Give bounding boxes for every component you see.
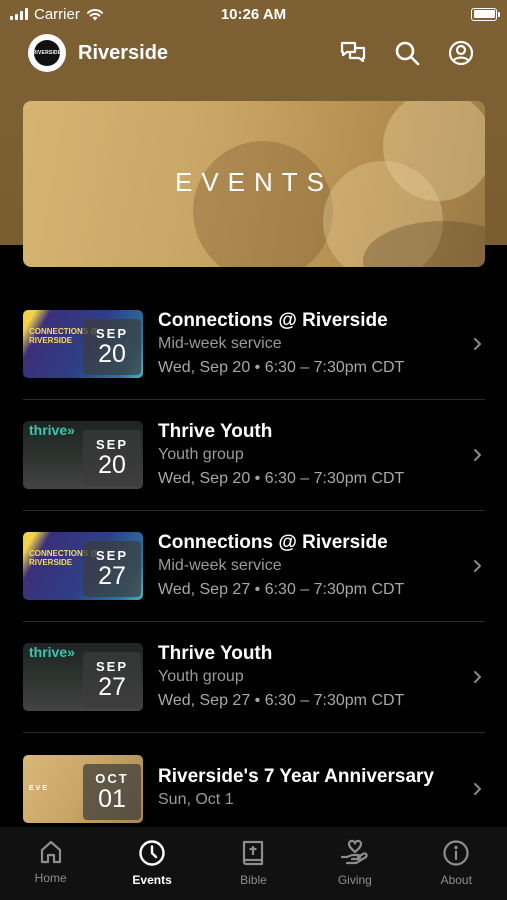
- event-info: Thrive Youth Youth group Wed, Sep 20 • 6…: [158, 420, 469, 491]
- date-badge: OCT 01: [83, 763, 141, 820]
- status-bar: Carrier 10:26 AM: [0, 0, 507, 28]
- event-time: Wed, Sep 27 • 6:30 – 7:30pm CDT: [158, 581, 405, 599]
- carrier-label: Carrier: [34, 5, 80, 23]
- event-title: Thrive Youth: [158, 642, 273, 664]
- app-bar: RIVERSIDE Riverside: [28, 33, 477, 73]
- giving-icon: [340, 839, 368, 865]
- date-day: 20: [98, 451, 126, 480]
- tab-label: Home: [34, 871, 67, 885]
- date-day: 27: [98, 673, 126, 702]
- event-row[interactable]: thrive» SEP 27 Thrive Youth Youth group …: [23, 622, 485, 733]
- tab-events[interactable]: Events: [112, 839, 192, 887]
- event-thumbnail: thrive» SEP 20: [23, 421, 143, 489]
- event-thumbnail: CONNECTIONS @ RIVERSIDE SEP 20: [23, 310, 143, 378]
- info-icon: [443, 840, 469, 866]
- event-info: Thrive Youth Youth group Wed, Sep 27 • 6…: [158, 642, 469, 713]
- profile-button[interactable]: [445, 37, 477, 69]
- tab-label: About: [440, 873, 472, 887]
- date-month: SEP: [95, 548, 128, 564]
- events-screen: Carrier 10:26 AM RIVERSIDE Riverside EVE…: [0, 0, 507, 900]
- event-list: CONNECTIONS @ RIVERSIDE SEP 20 Connectio…: [23, 289, 485, 844]
- event-info: Connections @ Riverside Mid-week service…: [158, 309, 469, 380]
- battery-icon: [471, 7, 500, 21]
- tab-home[interactable]: Home: [11, 839, 91, 885]
- event-title: Riverside's 7 Year Anniversary: [158, 765, 434, 787]
- date-month: SEP: [95, 437, 128, 453]
- account-icon: [448, 40, 474, 66]
- date-badge: SEP 27: [83, 541, 141, 597]
- date-day: 01: [98, 784, 126, 813]
- event-row[interactable]: CONNECTIONS @ RIVERSIDE SEP 27 Connectio…: [23, 511, 485, 622]
- date-day: 20: [98, 340, 126, 369]
- home-icon: [40, 840, 61, 864]
- tab-bible[interactable]: Bible: [213, 839, 293, 887]
- app-actions: [337, 37, 477, 69]
- event-subtitle: Youth group: [158, 668, 244, 686]
- messages-button[interactable]: [337, 37, 369, 69]
- chevron-right-icon: [469, 559, 485, 573]
- date-badge: SEP 20: [83, 319, 141, 375]
- event-info: Connections @ Riverside Mid-week service…: [158, 531, 469, 602]
- event-subtitle: Mid-week service: [158, 557, 282, 575]
- date-day: 27: [98, 562, 126, 591]
- chevron-right-icon: [469, 337, 485, 351]
- date-month: SEP: [95, 326, 128, 342]
- date-badge: SEP 20: [83, 430, 141, 486]
- event-subtitle: Sun, Oct 1: [158, 791, 234, 809]
- date-month: OCT: [95, 770, 129, 786]
- tab-giving[interactable]: Giving: [315, 839, 395, 887]
- event-time: Wed, Sep 20 • 6:30 – 7:30pm CDT: [158, 359, 405, 377]
- chat-icon: [340, 41, 366, 63]
- event-thumbnail: EVE OCT 01: [23, 754, 143, 823]
- thumbnail-label: thrive»: [29, 422, 75, 438]
- church-logo: RIVERSIDE: [28, 34, 66, 72]
- search-icon: [395, 41, 420, 66]
- event-title: Connections @ Riverside: [158, 531, 388, 553]
- date-month: SEP: [95, 659, 128, 675]
- event-thumbnail: CONNECTIONS @ RIVERSIDE SEP 27: [23, 532, 143, 600]
- status-left: Carrier: [10, 6, 104, 23]
- bible-icon: [243, 840, 264, 866]
- event-time: Wed, Sep 27 • 6:30 – 7:30pm CDT: [158, 692, 405, 710]
- tab-label: Events: [132, 873, 172, 887]
- brand-name: Riverside: [78, 41, 169, 64]
- banner-title: EVENTS: [174, 166, 334, 197]
- chevron-right-icon: [469, 448, 485, 462]
- event-row[interactable]: thrive» SEP 20 Thrive Youth Youth group …: [23, 400, 485, 511]
- search-button[interactable]: [391, 37, 423, 69]
- chevron-right-icon: [469, 670, 485, 684]
- tab-bar: Home Events Bible Giving About: [0, 827, 507, 900]
- thumbnail-label: EVE: [29, 784, 50, 792]
- event-time: Wed, Sep 20 • 6:30 – 7:30pm CDT: [158, 470, 405, 488]
- events-banner: EVENTS: [23, 101, 485, 267]
- logo-text: RIVERSIDE: [33, 40, 61, 66]
- date-badge: SEP 27: [83, 652, 141, 708]
- clock-icon: [139, 840, 165, 866]
- signal-icon: [10, 8, 28, 20]
- brand[interactable]: RIVERSIDE Riverside: [28, 34, 168, 72]
- event-subtitle: Youth group: [158, 446, 244, 464]
- tab-label: Bible: [240, 873, 267, 887]
- event-title: Connections @ Riverside: [158, 309, 388, 331]
- event-title: Thrive Youth: [158, 420, 273, 442]
- chevron-right-icon: [469, 782, 485, 796]
- event-row[interactable]: CONNECTIONS @ RIVERSIDE SEP 20 Connectio…: [23, 289, 485, 400]
- event-thumbnail: thrive» SEP 27: [23, 643, 143, 711]
- event-subtitle: Mid-week service: [158, 335, 282, 353]
- tab-about[interactable]: About: [416, 839, 496, 887]
- event-info: Riverside's 7 Year Anniversary Sun, Oct …: [158, 765, 469, 813]
- tab-label: Giving: [337, 873, 372, 887]
- thumbnail-label: thrive»: [29, 644, 75, 660]
- wifi-icon: [86, 8, 103, 20]
